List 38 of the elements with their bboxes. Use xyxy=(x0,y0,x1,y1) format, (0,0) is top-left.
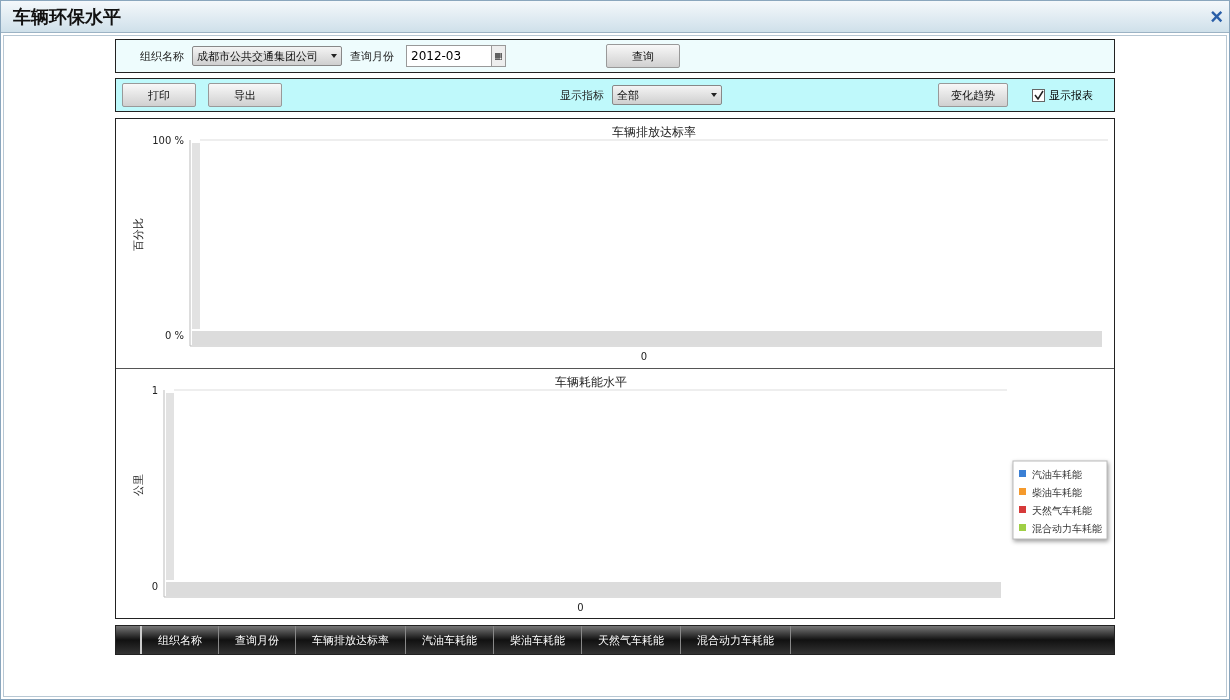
legend-label: 柴油车耗能 xyxy=(1032,487,1082,498)
trend-button[interactable]: 变化趋势 xyxy=(938,83,1008,107)
toolbar-button[interactable]: 打印 xyxy=(122,83,196,107)
y-axis-label: 公里 xyxy=(132,474,145,496)
y-tick-label: 0 % xyxy=(164,330,184,341)
caret-icon xyxy=(711,93,717,97)
column-header[interactable]: 车辆排放达标率 xyxy=(296,626,406,654)
column-header[interactable]: 组织名称 xyxy=(142,626,219,654)
y-tick-label: 0 xyxy=(151,581,158,592)
indicator-select[interactable]: 全部 xyxy=(612,85,722,105)
column-header[interactable]: 汽油车耗能 xyxy=(406,626,494,654)
query-button[interactable]: 查询 xyxy=(606,44,680,68)
column-header[interactable]: 天然气车耗能 xyxy=(582,626,681,654)
column-header[interactable]: 查询月份 xyxy=(219,626,296,654)
column-header[interactable]: 柴油车耗能 xyxy=(494,626,582,654)
caret-icon xyxy=(331,54,337,58)
window-title: 车辆环保水平 xyxy=(13,4,121,29)
y-axis-label: 百分比 xyxy=(132,218,145,251)
indicator-label: 显示指标 xyxy=(560,87,604,103)
legend-label: 天然气车耗能 xyxy=(1032,505,1092,516)
y-tick-label: 1 xyxy=(151,385,158,396)
x-tick-label: 0 xyxy=(640,351,648,362)
month-field[interactable]: 2012-03 xyxy=(406,45,506,67)
check-icon xyxy=(1033,90,1044,100)
show-report-checkbox[interactable]: 显示报表 xyxy=(1032,87,1093,103)
x-tick-label: 0 xyxy=(577,602,584,613)
legend-label: 汽油车耗能 xyxy=(1032,469,1082,480)
org-label: 组织名称 xyxy=(140,48,184,64)
close-button[interactable]: × xyxy=(1208,5,1225,28)
legend-label: 混合动力车耗能 xyxy=(1032,523,1102,534)
chart-title: 车辆排放达标率 xyxy=(612,125,696,139)
org-select[interactable]: 成都市公共交通集团公司 xyxy=(192,46,342,66)
toolbar-button[interactable]: 导出 xyxy=(208,83,282,107)
column-header[interactable]: 混合动力车耗能 xyxy=(681,626,791,654)
month-label: 查询月份 xyxy=(350,48,394,64)
calendar-icon xyxy=(495,52,502,60)
chart-title: 车辆耗能水平 xyxy=(554,375,627,389)
y-tick-label: 100 % xyxy=(152,135,184,146)
